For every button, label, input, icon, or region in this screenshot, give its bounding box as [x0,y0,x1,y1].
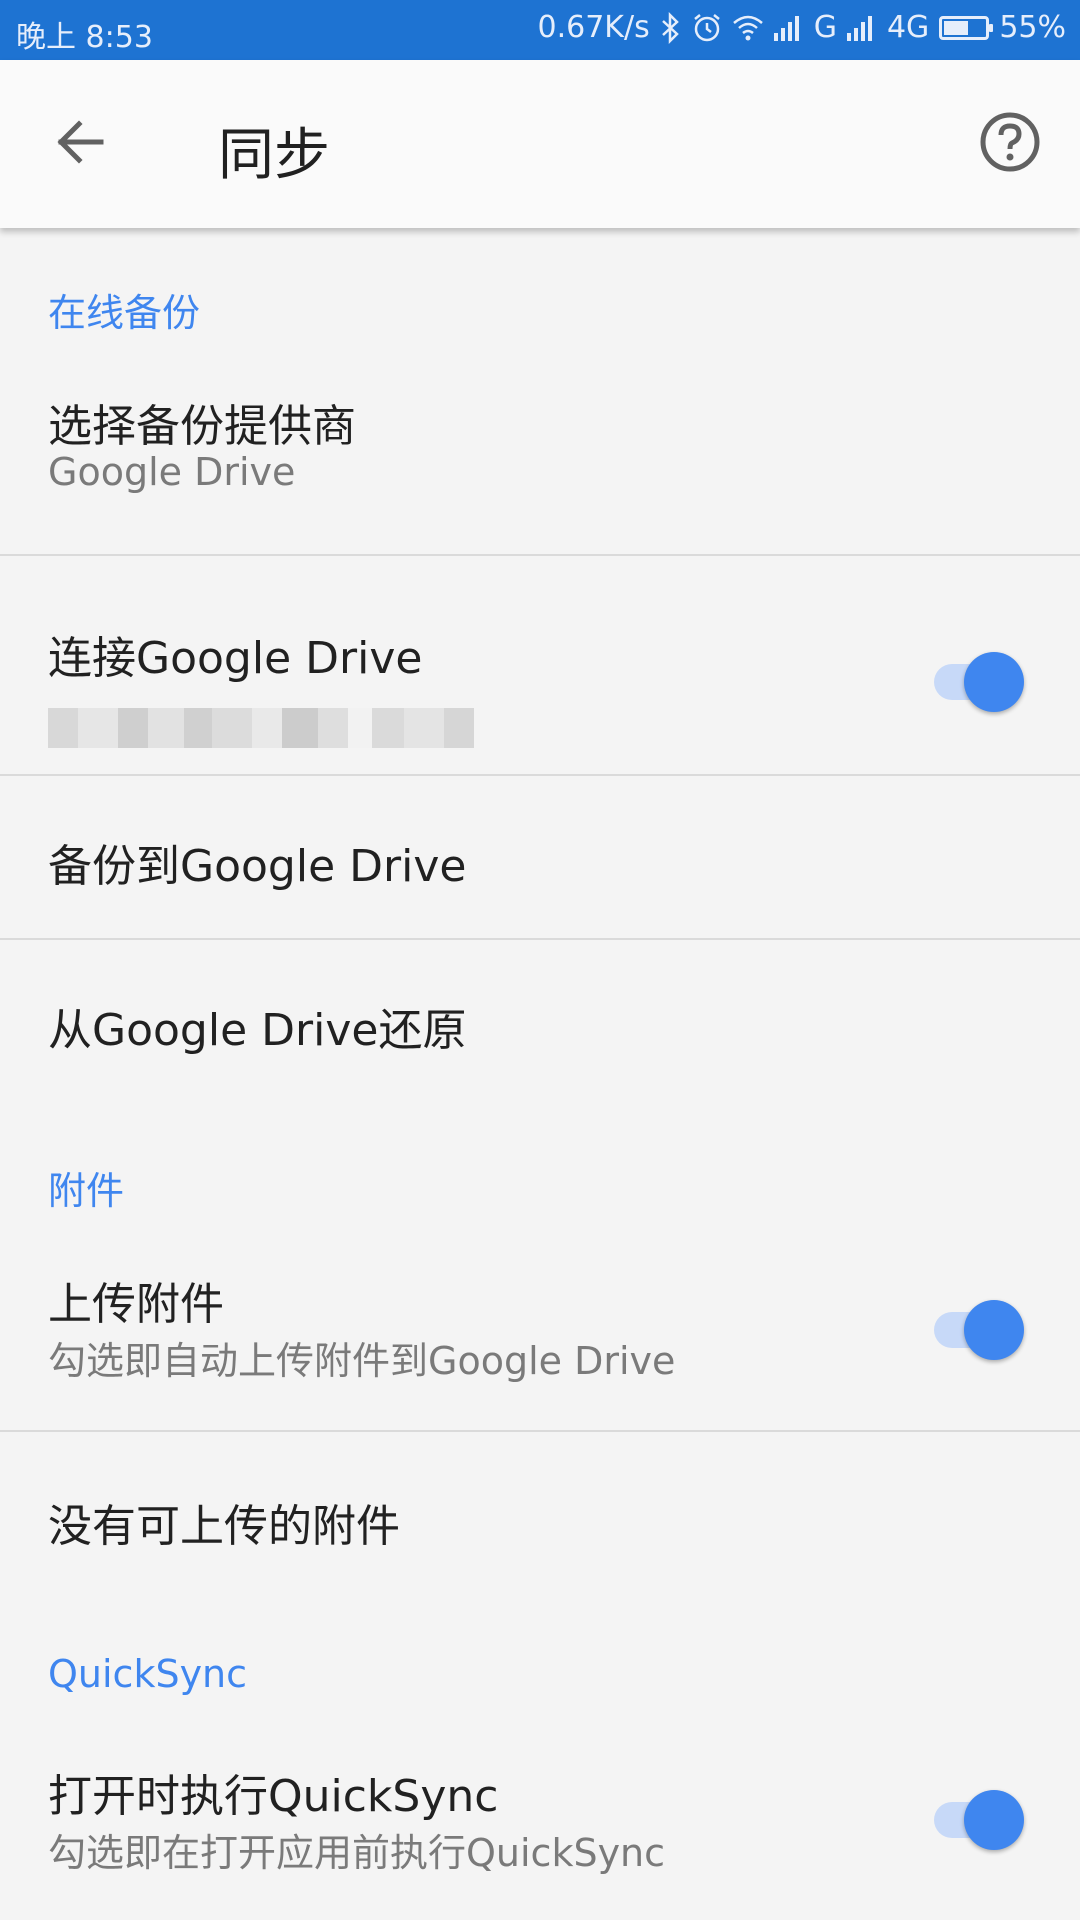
status-bar: 晚上 8:53 0.67K/s G 4G 55% [0,0,1080,60]
help-button[interactable] [970,104,1050,184]
arrow-back-icon [53,115,107,173]
item-subtitle: Google Drive [48,450,296,494]
quicksync-toggle[interactable] [928,1784,1024,1850]
item-title: 连接Google Drive [48,633,423,684]
list-item-connect-drive[interactable]: 连接Google Drive [0,556,1080,774]
alarm-icon [692,13,722,43]
app-bar: 同步 [0,60,1080,228]
list-item-restore-from-drive[interactable]: 从Google Drive还原 [0,940,1080,1102]
item-subtitle: 勾选即自动上传附件到Google Drive [48,1339,676,1383]
wifi-icon [732,15,764,41]
item-title: 从Google Drive还原 [48,1005,467,1056]
net-speed: 0.67K/s [537,10,650,45]
section-header-quicksync: QuickSync [48,1652,248,1696]
account-email-redacted [48,708,494,748]
status-time: 晚上 8:53 [16,20,153,55]
section-header-online-backup: 在线备份 [48,291,201,335]
section-header-attachments: 附件 [48,1169,125,1213]
page-title: 同步 [218,123,330,188]
status-icons: 0.67K/s G 4G 55% [538,10,1067,45]
toggle-thumb [964,1300,1024,1360]
item-title: 打开时执行QuickSync [48,1771,499,1822]
item-subtitle: 勾选即在打开应用前执行QuickSync [48,1831,666,1875]
signal-icon [773,15,804,41]
battery-percent: 55% [999,10,1066,45]
toggle-thumb [964,652,1024,712]
back-button[interactable] [40,104,120,184]
help-circle-icon [979,111,1041,177]
list-item-no-attachments: 没有可上传的附件 [0,1432,1080,1594]
battery-icon [939,15,994,40]
upload-attachments-toggle[interactable] [928,1294,1024,1360]
bluetooth-icon [660,11,682,44]
item-title: 备份到Google Drive [48,841,467,892]
item-title: 没有可上传的附件 [48,1501,400,1552]
item-title: 选择备份提供商 [48,401,356,452]
list-item-backup-to-drive[interactable]: 备份到Google Drive [0,776,1080,938]
connect-drive-toggle[interactable] [928,646,1024,712]
item-title: 上传附件 [48,1279,224,1330]
list-item-quicksync-on-open[interactable]: 打开时执行QuickSync 勾选即在打开应用前执行QuickSync [0,1760,1080,1920]
network-type-1: G [813,10,837,45]
toggle-thumb [964,1790,1024,1850]
signal-icon [846,15,877,41]
network-type-2: 4G [886,10,930,45]
